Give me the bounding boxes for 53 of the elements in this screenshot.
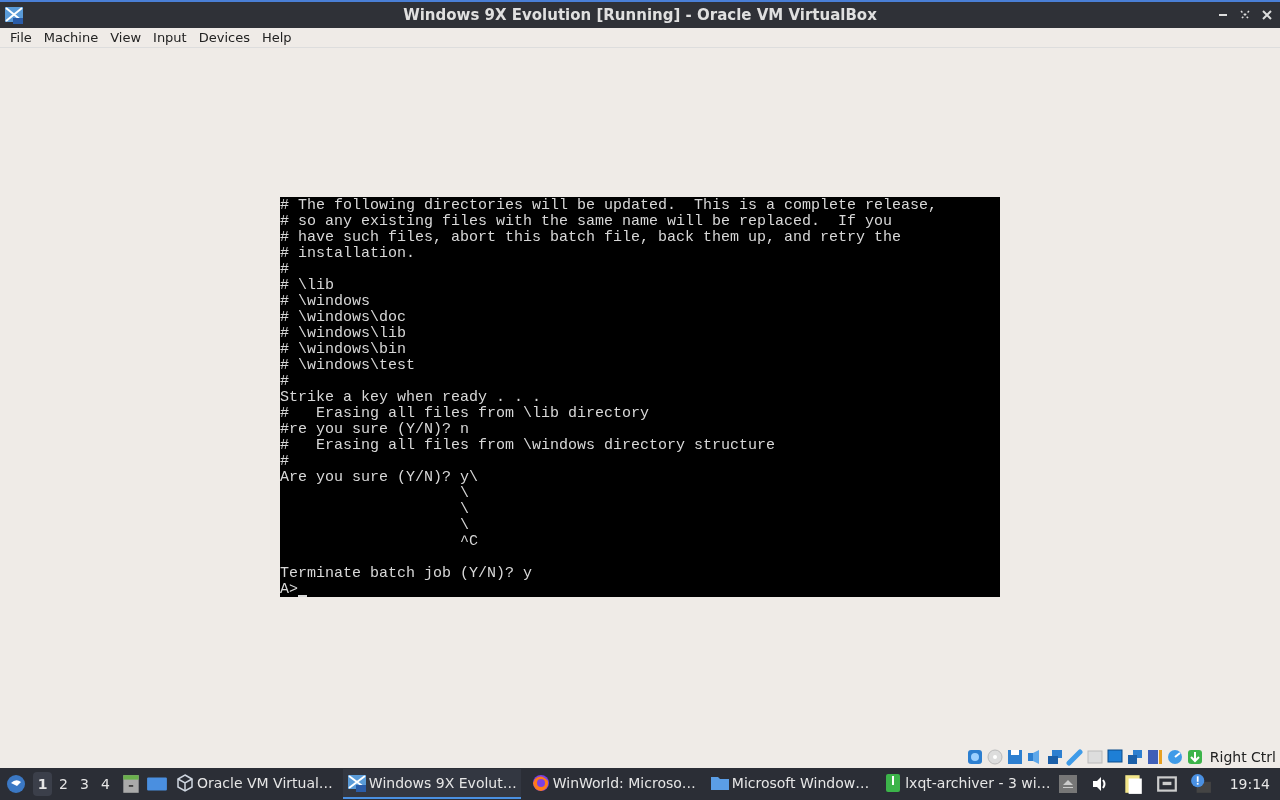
console-line: # Erasing all files from \lib directory xyxy=(280,406,651,422)
host-key-label: Right Ctrl xyxy=(1209,747,1276,767)
taskbar-button[interactable]: lxqt-archiver - 3 wi… xyxy=(879,769,1055,799)
workspace-button[interactable]: 4 xyxy=(96,772,115,796)
console-line: # installation. xyxy=(280,246,417,262)
console-line: Terminate batch job (Y/N)? y xyxy=(280,566,534,582)
console-line: #re you sure (Y/N)? n xyxy=(280,422,471,438)
console-line: # \lib xyxy=(280,278,335,294)
close-icon[interactable] xyxy=(1262,10,1272,20)
console-line: Are you sure (Y/N)? y\ xyxy=(280,470,480,486)
file-cabinet-icon[interactable] xyxy=(120,773,142,795)
browser-icon xyxy=(530,773,551,793)
console-line: # xyxy=(280,454,290,470)
menu-item[interactable]: View xyxy=(104,27,148,48)
display-icon[interactable] xyxy=(1105,748,1124,766)
menu-item[interactable]: Help xyxy=(255,27,298,48)
console-line: # \windows\bin xyxy=(280,342,408,358)
workspace-button[interactable]: 3 xyxy=(75,772,94,796)
taskbar-button[interactable]: Microsoft Window… xyxy=(705,769,874,799)
taskbar-button[interactable]: WinWorld: Microso… xyxy=(526,769,700,799)
console-line: # \windows\lib xyxy=(280,326,408,342)
menu-item[interactable]: Machine xyxy=(37,27,105,48)
console-line: \ xyxy=(459,502,471,518)
workspace-button[interactable]: 1 xyxy=(33,772,52,796)
cube-icon xyxy=(175,773,195,793)
console-line: # Erasing all files from \windows directory structure xyxy=(280,438,777,454)
menu-item[interactable]: Devices xyxy=(192,27,256,48)
console-line: # \windows\doc xyxy=(280,310,408,326)
console-line: Strike a key when ready . . . xyxy=(280,390,543,406)
workspace-button[interactable]: 2 xyxy=(54,772,73,796)
clock[interactable]: 19:14 xyxy=(1229,773,1270,795)
app-icon xyxy=(4,5,24,25)
console-line: # so any existing files with the same name will be replaced. If you xyxy=(280,214,894,230)
taskbar-button[interactable]: Windows 9X Evolut… xyxy=(342,769,521,799)
command-prompt: A> xyxy=(280,582,298,598)
console-line: \ xyxy=(459,486,471,502)
console-line: # xyxy=(280,374,290,390)
start-menu-icon[interactable] xyxy=(6,774,26,794)
console-line: # \windows xyxy=(280,294,371,310)
console-line: # \windows\test xyxy=(280,358,417,374)
download-icon[interactable] xyxy=(1185,748,1204,766)
menu-item[interactable]: Input xyxy=(147,27,193,48)
console-line: # The following directories will be updated. This is a complete release, xyxy=(280,198,939,214)
console-line: # have such files, abort this batch file, back them up, and retry the xyxy=(280,230,903,246)
menu-item[interactable]: File xyxy=(4,27,38,48)
window-icon xyxy=(346,773,367,793)
notification-icon[interactable] xyxy=(1189,773,1212,795)
eject-icon[interactable] xyxy=(1057,774,1078,794)
console-line: # xyxy=(280,262,290,278)
console-line: ^C xyxy=(459,534,480,550)
taskbar-button[interactable]: Oracle VM Virtual… xyxy=(171,769,337,799)
console-line: \ xyxy=(459,518,471,534)
window-title: Windows 9X Evolution [Running] - Oracle VM VirtualBox xyxy=(403,4,877,26)
